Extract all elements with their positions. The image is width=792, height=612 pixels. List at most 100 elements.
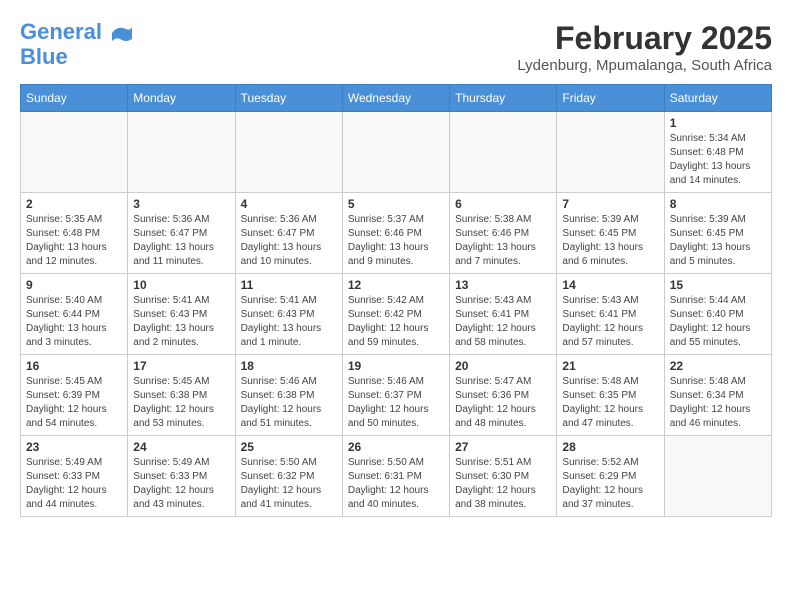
- day-number: 10: [133, 278, 229, 292]
- location: Lydenburg, Mpumalanga, South Africa: [517, 57, 772, 74]
- day-info: Sunrise: 5:49 AM Sunset: 6:33 PM Dayligh…: [26, 456, 122, 512]
- day-number: 6: [455, 197, 551, 211]
- day-number: 13: [455, 278, 551, 292]
- calendar-cell: 19 Sunrise: 5:46 AM Sunset: 6:37 PM Dayli…: [342, 355, 449, 436]
- day-info: Sunrise: 5:43 AM Sunset: 6:41 PM Dayligh…: [455, 294, 551, 350]
- calendar-cell: 17 Sunrise: 5:45 AM Sunset: 6:38 PM Dayli…: [128, 355, 235, 436]
- day-info: Sunrise: 5:48 AM Sunset: 6:34 PM Dayligh…: [670, 375, 766, 431]
- calendar-cell: 7Sunrise: 5:39 AM Sunset: 6:45 PM Daylig…: [557, 193, 664, 274]
- calendar-cell: [664, 436, 771, 517]
- weekday-header: Saturday: [664, 85, 771, 112]
- day-info: Sunrise: 5:39 AM Sunset: 6:45 PM Dayligh…: [562, 213, 658, 269]
- day-info: Sunrise: 5:52 AM Sunset: 6:29 PM Dayligh…: [562, 456, 658, 512]
- calendar-cell: 9Sunrise: 5:40 AM Sunset: 6:44 PM Daylig…: [21, 274, 128, 355]
- calendar-cell: 2 Sunrise: 5:35 AM Sunset: 6:48 PM Daylig…: [21, 193, 128, 274]
- day-info: Sunrise: 5:39 AM Sunset: 6:45 PM Dayligh…: [670, 213, 766, 269]
- day-number: 18: [241, 359, 337, 373]
- day-number: 4: [241, 197, 337, 211]
- day-number: 22: [670, 359, 766, 373]
- day-info: Sunrise: 5:35 AM Sunset: 6:48 PM Dayligh…: [26, 213, 122, 269]
- calendar-week-row: 9Sunrise: 5:40 AM Sunset: 6:44 PM Daylig…: [21, 274, 772, 355]
- calendar-cell: 8 Sunrise: 5:39 AM Sunset: 6:45 PM Daylig…: [664, 193, 771, 274]
- day-info: Sunrise: 5:46 AM Sunset: 6:38 PM Dayligh…: [241, 375, 337, 431]
- day-number: 16: [26, 359, 122, 373]
- calendar-cell: 5Sunrise: 5:37 AM Sunset: 6:46 PM Daylig…: [342, 193, 449, 274]
- day-info: Sunrise: 5:34 AM Sunset: 6:48 PM Dayligh…: [670, 132, 766, 188]
- day-info: Sunrise: 5:41 AM Sunset: 6:43 PM Dayligh…: [133, 294, 229, 350]
- weekday-header: Wednesday: [342, 85, 449, 112]
- calendar-cell: 1 Sunrise: 5:34 AM Sunset: 6:48 PM Daylig…: [664, 112, 771, 193]
- day-number: 5: [348, 197, 444, 211]
- day-info: Sunrise: 5:46 AM Sunset: 6:37 PM Dayligh…: [348, 375, 444, 431]
- month-title: February 2025: [517, 20, 772, 57]
- calendar-week-row: 16 Sunrise: 5:45 AM Sunset: 6:39 PM Dayli…: [21, 355, 772, 436]
- day-number: 21: [562, 359, 658, 373]
- calendar-cell: [450, 112, 557, 193]
- calendar-cell: 14 Sunrise: 5:43 AM Sunset: 6:41 PM Dayli…: [557, 274, 664, 355]
- day-number: 12: [348, 278, 444, 292]
- calendar-week-row: 23 Sunrise: 5:49 AM Sunset: 6:33 PM Dayli…: [21, 436, 772, 517]
- day-info: Sunrise: 5:43 AM Sunset: 6:41 PM Dayligh…: [562, 294, 658, 350]
- day-info: Sunrise: 5:51 AM Sunset: 6:30 PM Dayligh…: [455, 456, 551, 512]
- day-number: 1: [670, 116, 766, 130]
- calendar-table: SundayMondayTuesdayWednesdayThursdayFrid…: [20, 84, 772, 517]
- logo: General Blue: [20, 20, 134, 69]
- calendar-cell: 24 Sunrise: 5:49 AM Sunset: 6:33 PM Dayli…: [128, 436, 235, 517]
- calendar-cell: 12Sunrise: 5:42 AM Sunset: 6:42 PM Dayli…: [342, 274, 449, 355]
- calendar-cell: 22 Sunrise: 5:48 AM Sunset: 6:34 PM Dayli…: [664, 355, 771, 436]
- day-info: Sunrise: 5:36 AM Sunset: 6:47 PM Dayligh…: [133, 213, 229, 269]
- day-number: 15: [670, 278, 766, 292]
- day-info: Sunrise: 5:47 AM Sunset: 6:36 PM Dayligh…: [455, 375, 551, 431]
- calendar-cell: 4Sunrise: 5:36 AM Sunset: 6:47 PM Daylig…: [235, 193, 342, 274]
- calendar-cell: [128, 112, 235, 193]
- calendar-cell: 3 Sunrise: 5:36 AM Sunset: 6:47 PM Daylig…: [128, 193, 235, 274]
- calendar-cell: 18 Sunrise: 5:46 AM Sunset: 6:38 PM Dayli…: [235, 355, 342, 436]
- calendar-cell: 26 Sunrise: 5:50 AM Sunset: 6:31 PM Dayli…: [342, 436, 449, 517]
- logo-text: General Blue: [20, 20, 134, 69]
- logo-blue: Blue: [20, 44, 68, 69]
- calendar-cell: 27 Sunrise: 5:51 AM Sunset: 6:30 PM Dayli…: [450, 436, 557, 517]
- day-info: Sunrise: 5:49 AM Sunset: 6:33 PM Dayligh…: [133, 456, 229, 512]
- calendar-cell: 23 Sunrise: 5:49 AM Sunset: 6:33 PM Dayli…: [21, 436, 128, 517]
- day-info: Sunrise: 5:50 AM Sunset: 6:32 PM Dayligh…: [241, 456, 337, 512]
- day-info: Sunrise: 5:45 AM Sunset: 6:38 PM Dayligh…: [133, 375, 229, 431]
- day-number: 2: [26, 197, 122, 211]
- day-info: Sunrise: 5:38 AM Sunset: 6:46 PM Dayligh…: [455, 213, 551, 269]
- day-info: Sunrise: 5:48 AM Sunset: 6:35 PM Dayligh…: [562, 375, 658, 431]
- day-info: Sunrise: 5:45 AM Sunset: 6:39 PM Dayligh…: [26, 375, 122, 431]
- day-number: 17: [133, 359, 229, 373]
- calendar-cell: 6 Sunrise: 5:38 AM Sunset: 6:46 PM Daylig…: [450, 193, 557, 274]
- calendar-header: General Blue February 2025 Lydenburg, Mp…: [20, 20, 772, 74]
- day-number: 28: [562, 440, 658, 454]
- day-info: Sunrise: 5:40 AM Sunset: 6:44 PM Dayligh…: [26, 294, 122, 350]
- weekday-header-row: SundayMondayTuesdayWednesdayThursdayFrid…: [21, 85, 772, 112]
- weekday-header: Thursday: [450, 85, 557, 112]
- calendar-cell: 25 Sunrise: 5:50 AM Sunset: 6:32 PM Dayli…: [235, 436, 342, 517]
- calendar-cell: 16 Sunrise: 5:45 AM Sunset: 6:39 PM Dayli…: [21, 355, 128, 436]
- calendar-cell: 13 Sunrise: 5:43 AM Sunset: 6:41 PM Dayli…: [450, 274, 557, 355]
- day-number: 26: [348, 440, 444, 454]
- day-number: 24: [133, 440, 229, 454]
- calendar-week-row: 1 Sunrise: 5:34 AM Sunset: 6:48 PM Daylig…: [21, 112, 772, 193]
- day-number: 19: [348, 359, 444, 373]
- calendar-cell: 21 Sunrise: 5:48 AM Sunset: 6:35 PM Dayli…: [557, 355, 664, 436]
- calendar-cell: [342, 112, 449, 193]
- day-number: 3: [133, 197, 229, 211]
- weekday-header: Monday: [128, 85, 235, 112]
- day-number: 8: [670, 197, 766, 211]
- day-number: 27: [455, 440, 551, 454]
- calendar-cell: 15 Sunrise: 5:44 AM Sunset: 6:40 PM Dayli…: [664, 274, 771, 355]
- calendar-cell: [235, 112, 342, 193]
- day-info: Sunrise: 5:50 AM Sunset: 6:31 PM Dayligh…: [348, 456, 444, 512]
- day-number: 25: [241, 440, 337, 454]
- day-number: 20: [455, 359, 551, 373]
- day-info: Sunrise: 5:41 AM Sunset: 6:43 PM Dayligh…: [241, 294, 337, 350]
- day-number: 14: [562, 278, 658, 292]
- weekday-header: Tuesday: [235, 85, 342, 112]
- day-info: Sunrise: 5:44 AM Sunset: 6:40 PM Dayligh…: [670, 294, 766, 350]
- calendar-cell: [21, 112, 128, 193]
- calendar-cell: 28 Sunrise: 5:52 AM Sunset: 6:29 PM Dayli…: [557, 436, 664, 517]
- calendar-week-row: 2 Sunrise: 5:35 AM Sunset: 6:48 PM Daylig…: [21, 193, 772, 274]
- calendar-cell: [557, 112, 664, 193]
- day-number: 23: [26, 440, 122, 454]
